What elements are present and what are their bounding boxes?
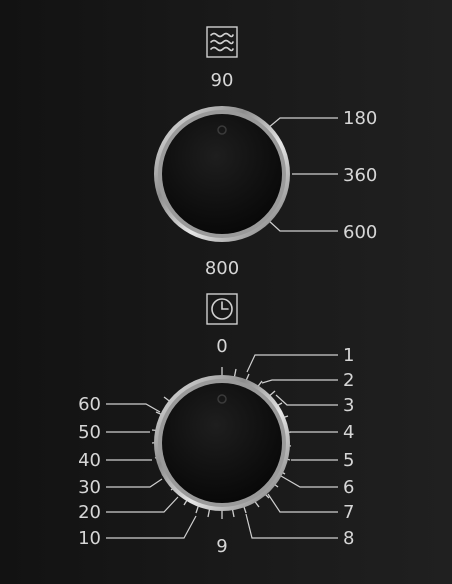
power-label-180: 180 — [343, 108, 377, 129]
timer-label-1: 1 — [343, 345, 354, 366]
timer-label-50: 50 — [78, 422, 101, 443]
timer-label-2: 2 — [343, 370, 354, 391]
power-label-600: 600 — [343, 222, 377, 243]
microwave-power-icon — [206, 26, 238, 58]
timer-label-0: 0 — [216, 336, 227, 357]
timer-label-60: 60 — [78, 394, 101, 415]
power-label-90: 90 — [211, 70, 234, 91]
timer-label-9: 9 — [216, 536, 227, 557]
timer-label-20: 20 — [78, 502, 101, 523]
power-label-800: 800 — [205, 258, 239, 279]
timer-label-3: 3 — [343, 395, 354, 416]
timer-label-8: 8 — [343, 528, 354, 549]
timer-label-40: 40 — [78, 450, 101, 471]
timer-label-30: 30 — [78, 477, 101, 498]
timer-label-6: 6 — [343, 477, 354, 498]
power-leader-180 — [267, 117, 338, 129]
power-leader-600 — [267, 219, 338, 232]
timer-knob[interactable] — [154, 375, 290, 511]
power-knob[interactable] — [154, 106, 290, 242]
timer-label-5: 5 — [343, 450, 354, 471]
timer-label-10: 10 — [78, 528, 101, 549]
timer-label-7: 7 — [343, 502, 354, 523]
timer-label-4: 4 — [343, 422, 354, 443]
oven-control-panel: 90 180 360 600 800 0 1 2 3 4 5 6 7 8 60 … — [0, 0, 452, 584]
power-label-360: 360 — [343, 165, 377, 186]
timer-clock-icon — [206, 293, 238, 325]
